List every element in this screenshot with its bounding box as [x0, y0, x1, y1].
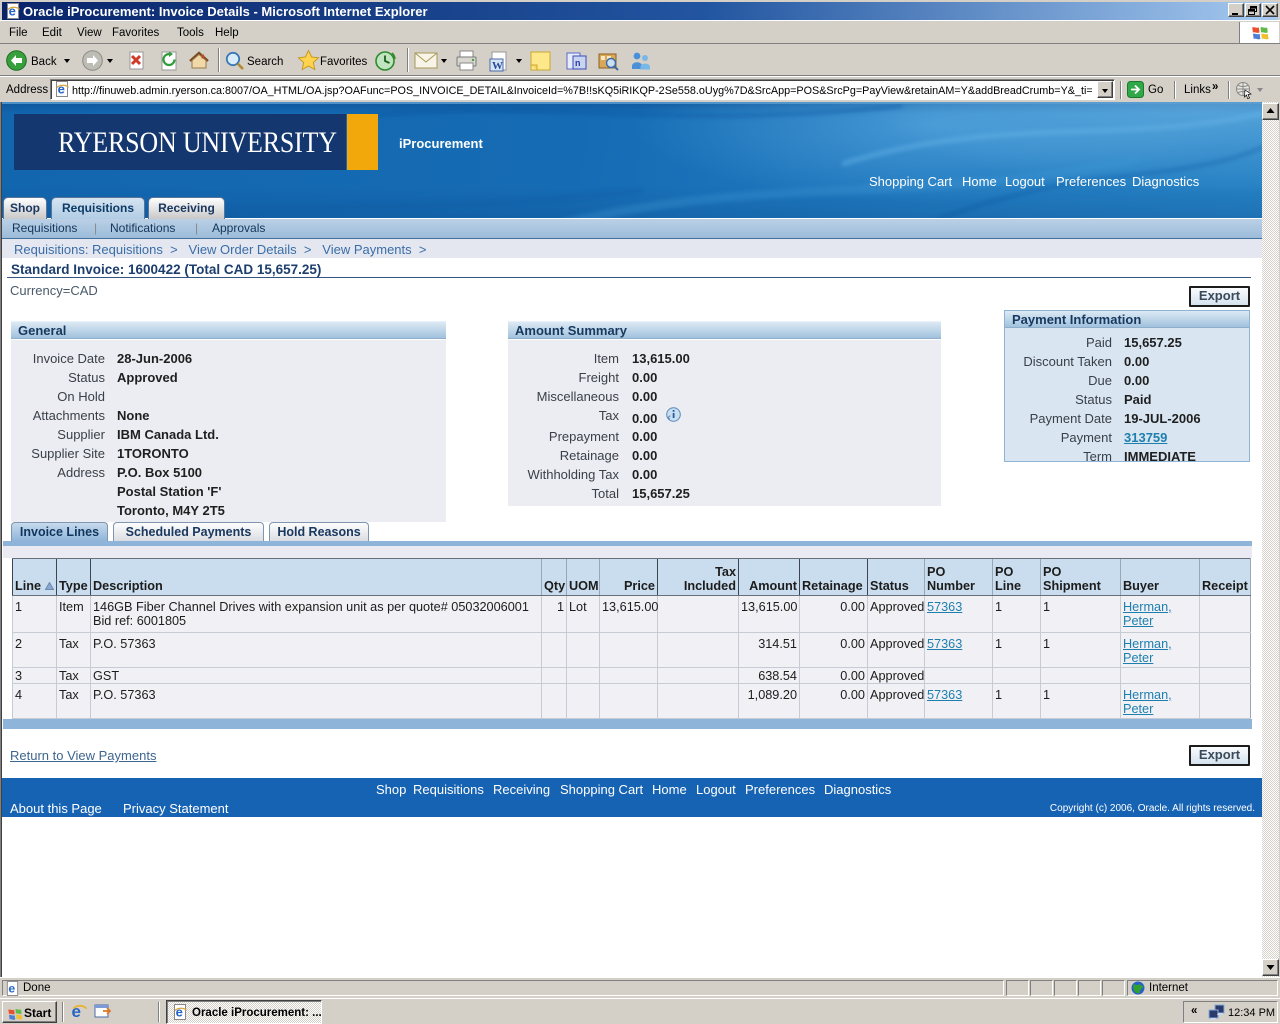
- svg-text:e: e: [176, 1005, 183, 1020]
- svg-text:e: e: [58, 82, 65, 97]
- svg-text:e: e: [8, 982, 15, 996]
- svg-text:n: n: [575, 58, 581, 68]
- svg-text:e: e: [9, 4, 16, 19]
- svg-text:e: e: [72, 1002, 81, 1020]
- svg-text:W: W: [492, 60, 503, 72]
